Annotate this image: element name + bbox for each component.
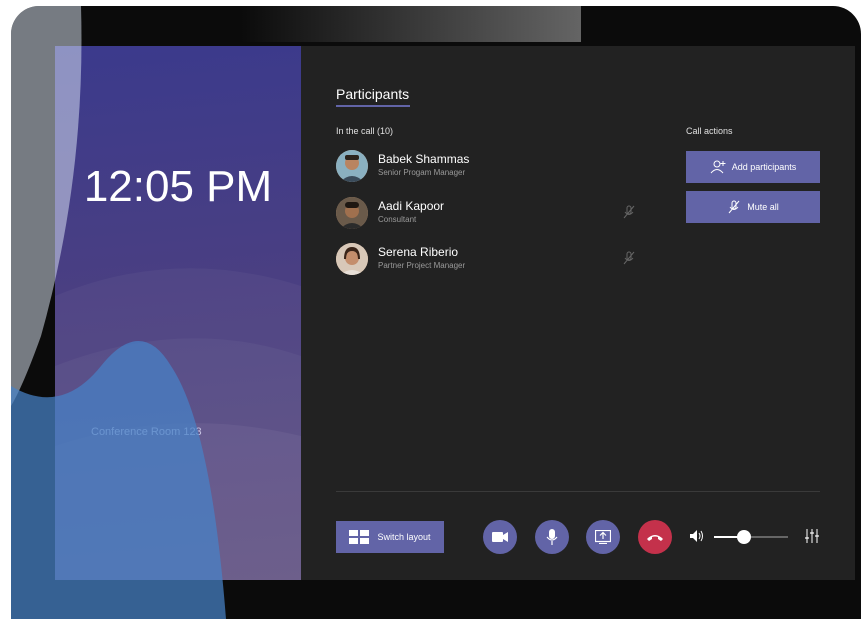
- participants-panel: Participants In the call (10) Call actio…: [301, 46, 855, 580]
- video-camera-icon: [492, 532, 508, 542]
- participant-row[interactable]: Serena Riberio Partner Project Manager: [336, 243, 666, 277]
- screen-glare: [241, 6, 581, 42]
- share-screen-button[interactable]: [586, 520, 620, 554]
- mic-off-icon: [728, 200, 740, 214]
- layout-grid-icon: [349, 530, 370, 544]
- participant-row[interactable]: Aadi Kapoor Consultant: [336, 197, 666, 231]
- volume-slider[interactable]: [714, 530, 788, 544]
- room-name: Conference Room 123: [91, 426, 202, 438]
- mic-muted-icon: [623, 205, 635, 219]
- wave-background: [55, 268, 301, 580]
- camera-button[interactable]: [483, 520, 517, 554]
- add-participants-label: Add participants: [731, 162, 797, 172]
- tab-underline: [336, 105, 410, 107]
- participants-title[interactable]: Participants: [336, 86, 409, 102]
- divider: [336, 491, 820, 492]
- avatar: [336, 197, 368, 229]
- mute-all-label: Mute all: [747, 202, 779, 212]
- participant-role: Consultant: [378, 215, 417, 224]
- mic-muted-icon: [623, 251, 635, 265]
- in-call-label: In the call (10): [336, 126, 394, 136]
- settings-sliders-icon[interactable]: [804, 529, 820, 543]
- participant-name: Aadi Kapoor: [378, 199, 445, 213]
- hang-up-icon: [647, 535, 663, 541]
- add-participants-button[interactable]: Add participants: [686, 151, 820, 183]
- teams-room-screen: 12:05 PM Conference Room 123 Participant…: [55, 46, 855, 580]
- add-person-icon: [710, 160, 726, 174]
- share-screen-icon: [595, 530, 611, 544]
- participant-name: Babek Shammas: [378, 152, 470, 166]
- participant-name: Serena Riberio: [378, 245, 459, 259]
- left-info-panel: 12:05 PM Conference Room 123: [55, 46, 301, 580]
- avatar: [336, 150, 368, 182]
- participant-row[interactable]: Babek Shammas Senior Progam Manager: [336, 150, 666, 184]
- switch-layout-label: Switch layout: [377, 532, 431, 542]
- speaker-volume-icon: [690, 530, 703, 542]
- participant-role: Partner Project Manager: [378, 261, 466, 270]
- participant-role: Senior Progam Manager: [378, 168, 466, 177]
- microphone-icon: [546, 529, 558, 545]
- switch-layout-button[interactable]: Switch layout: [336, 521, 444, 553]
- device-frame: 12:05 PM Conference Room 123 Participant…: [11, 6, 861, 619]
- hang-up-button[interactable]: [638, 520, 672, 554]
- clock-time: 12:05 PM: [83, 162, 273, 211]
- mute-all-button[interactable]: Mute all: [686, 191, 820, 223]
- avatar: [336, 243, 368, 275]
- microphone-button[interactable]: [535, 520, 569, 554]
- volume-knob[interactable]: [736, 530, 751, 544]
- call-actions-label: Call actions: [686, 126, 733, 136]
